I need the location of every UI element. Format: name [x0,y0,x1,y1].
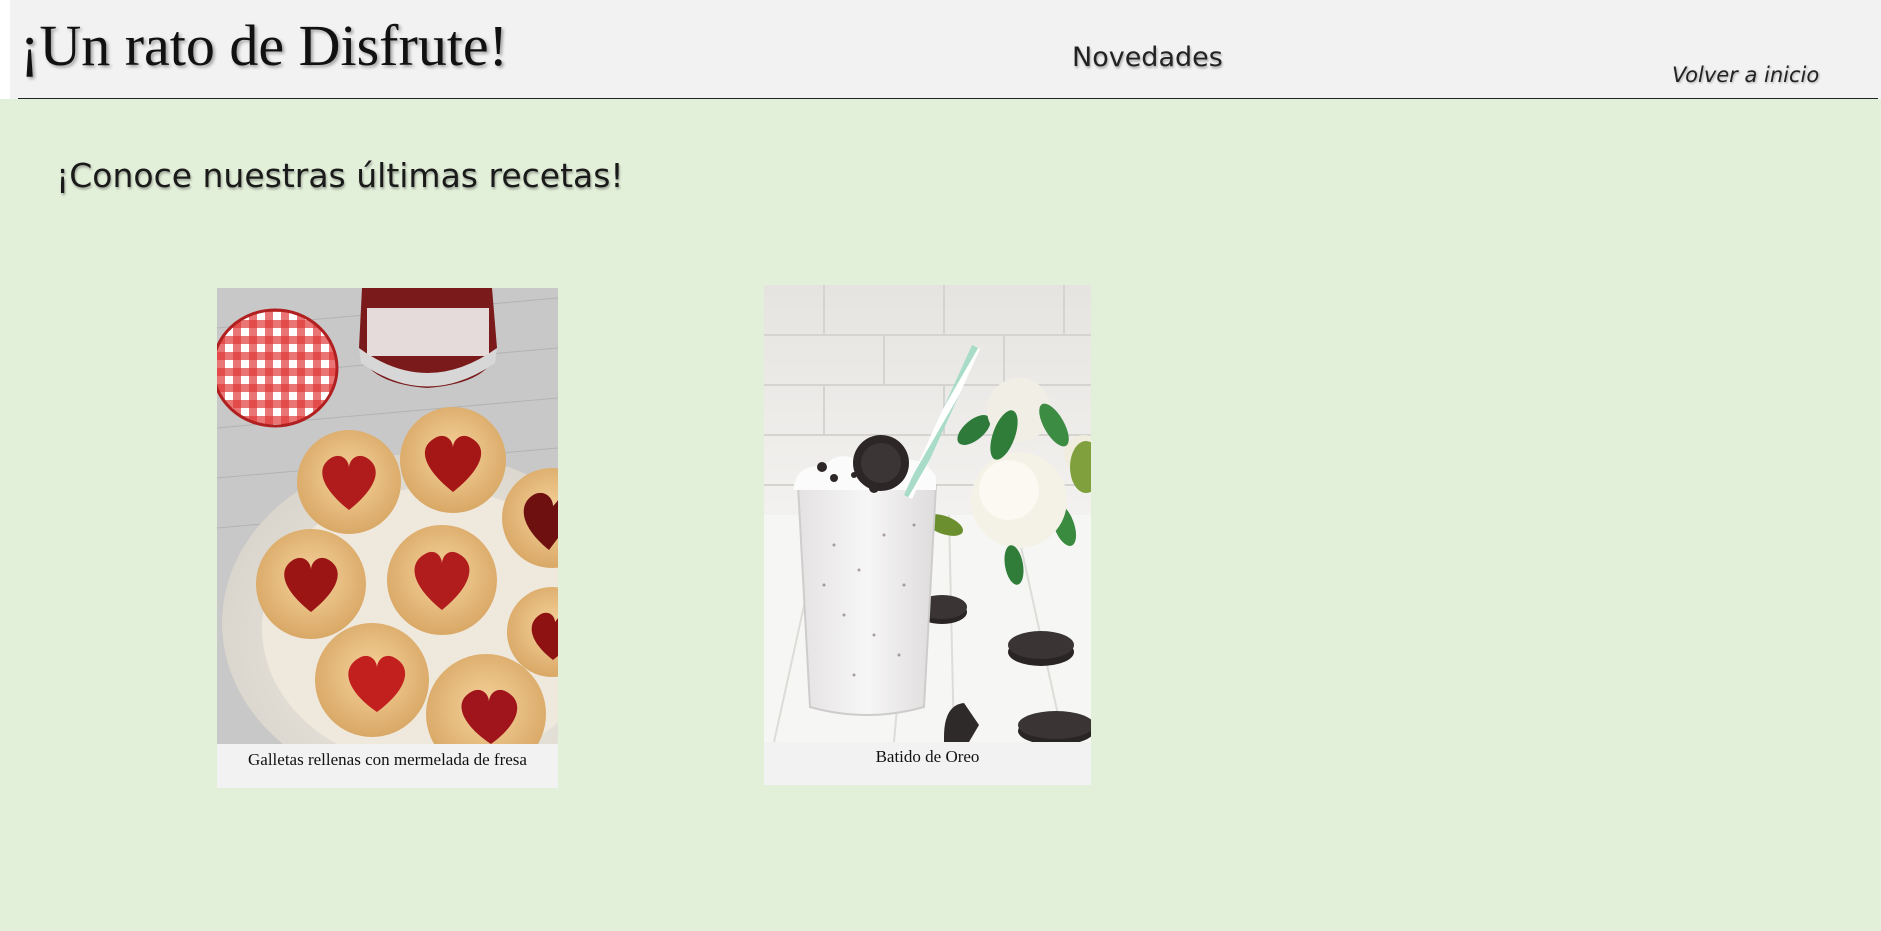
jam-heart-cookies-photo[interactable] [217,288,558,744]
back-to-home-link[interactable]: Volver a inicio [1672,60,1819,90]
site-header: ¡Un rato de Disfrute! Novedades Volver a… [0,0,1881,99]
recipe-card-cookies[interactable]: Galletas rellenas con mermelada de fresa [217,288,558,788]
recipe-card-milkshake[interactable]: Batido de Oreo [764,285,1091,785]
nav-novedades-link[interactable]: Novedades [1072,38,1223,78]
oreo-milkshake-photo[interactable] [764,285,1091,742]
recipe-caption: Galletas rellenas con mermelada de fresa [248,750,527,769]
section-heading: ¡Conoce nuestras últimas recetas! [56,156,624,195]
header-corner [0,0,10,99]
header-divider [18,98,1878,99]
page: ¡Un rato de Disfrute! Novedades Volver a… [0,0,1881,931]
recipe-caption: Batido de Oreo [875,747,980,766]
site-title: ¡Un rato de Disfrute! [20,13,508,78]
